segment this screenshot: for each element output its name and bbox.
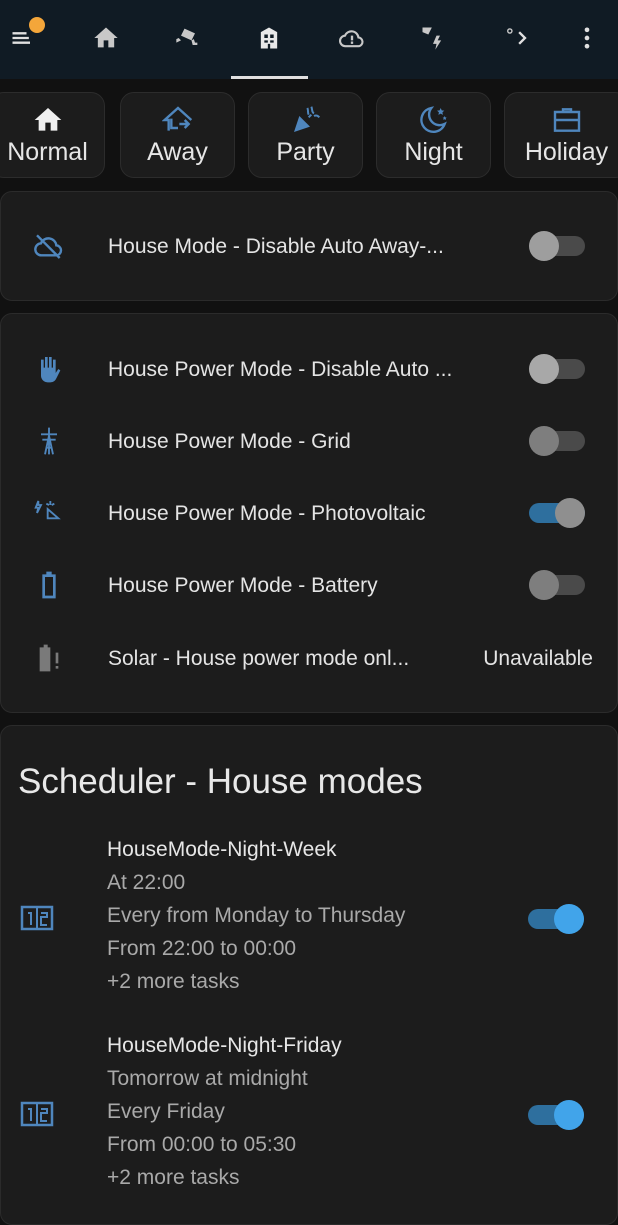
mode-label: Night [404,137,463,166]
schedule-next: At 22:00 [107,871,186,894]
tab-weather[interactable] [334,22,370,54]
weather-night-icon [419,105,447,133]
tab-building[interactable] [251,22,287,54]
entity-state: Unavailable [483,647,593,670]
schedule-toggle[interactable] [528,904,584,934]
tab-home[interactable] [88,22,124,54]
more-tabs-icon [507,28,527,45]
house-power-mode-card: House Power Mode - Disable Auto ... Hous… [0,313,618,713]
building-icon [260,27,278,49]
schedule-days: Every Friday [107,1100,225,1123]
entity-row: House Power Mode - Disable Auto ... [1,349,618,389]
calendar-range-icon [20,1101,54,1127]
entity-row: House Power Mode - Battery [1,565,618,605]
hand-icon [41,357,61,383]
active-tab-indicator [231,76,308,79]
tab-cameras[interactable] [170,22,206,54]
schedule-name: HouseMode-Night-Week [107,838,337,861]
solar-power-icon [34,500,61,520]
battery-alert-icon [39,644,59,672]
schedule-next: Tomorrow at midnight [107,1067,308,1090]
entity-label: House Power Mode - Disable Auto ... [108,358,453,381]
briefcase-icon [553,107,580,132]
mode-label: Holiday [524,137,609,166]
tab-more[interactable] [500,22,536,54]
schedule-time: From 22:00 to 00:00 [107,937,297,960]
cloud-alert-icon [339,30,364,48]
battery-toggle[interactable] [529,570,585,600]
mode-label: Away [147,137,208,166]
mode-label: Normal [7,137,88,166]
battery-icon [42,571,56,599]
party-popper-icon [293,105,320,132]
home-export-icon [161,105,192,131]
mode-party-button[interactable]: Party [248,92,363,178]
schedule-more: +2 more tasks [107,1166,240,1189]
entity-row: House Power Mode - Grid [1,421,618,461]
schedule-name: HouseMode-Night-Friday [107,1034,342,1057]
mode-away-button[interactable]: Away [120,92,235,178]
schedule-more: +2 more tasks [107,970,240,993]
entity-label: House Mode - Disable Auto Away-... [108,235,444,258]
overflow-menu-button[interactable] [569,22,605,54]
top-app-bar [0,0,618,79]
solar-power-icon [422,27,442,50]
home-icon [34,107,61,131]
scheduler-title: Scheduler - House modes [18,762,423,801]
notification-badge [29,17,45,33]
schedule-time: From 00:00 to 05:30 [107,1133,297,1156]
mode-normal-button[interactable]: Normal [0,92,105,178]
home-icon [94,27,118,48]
schedule-toggle[interactable] [528,1100,584,1130]
overflow-menu-icon [584,27,590,49]
disable-auto-away-toggle[interactable] [529,231,585,261]
disable-auto-power-toggle[interactable] [529,354,585,384]
entity-row: House Power Mode - Photovoltaic [1,493,618,533]
schedule-days: Every from Monday to Thursday [107,904,406,927]
tab-energy[interactable] [415,22,451,54]
grid-toggle[interactable] [529,426,585,456]
mode-label: Party [276,137,335,166]
entity-label: Solar - House power mode onl... [108,647,410,670]
photovoltaic-toggle[interactable] [529,498,585,528]
entity-label: House Power Mode - Battery [108,574,378,597]
house-mode-card: House Mode - Disable Auto Away-... [0,191,618,301]
cctv-icon [176,28,198,45]
entity-label: House Power Mode - Photovoltaic [108,502,426,525]
mode-night-button[interactable]: Night [376,92,491,178]
transmission-tower-icon [41,427,57,455]
entity-row: Solar - House power mode onl... Unavaila… [1,638,618,678]
calendar-range-icon [20,905,54,931]
entity-row: House Mode - Disable Auto Away-... [1,226,618,266]
cloud-off-icon [34,234,63,259]
entity-label: House Power Mode - Grid [108,430,351,453]
mode-holiday-button[interactable]: Holiday [504,92,618,178]
